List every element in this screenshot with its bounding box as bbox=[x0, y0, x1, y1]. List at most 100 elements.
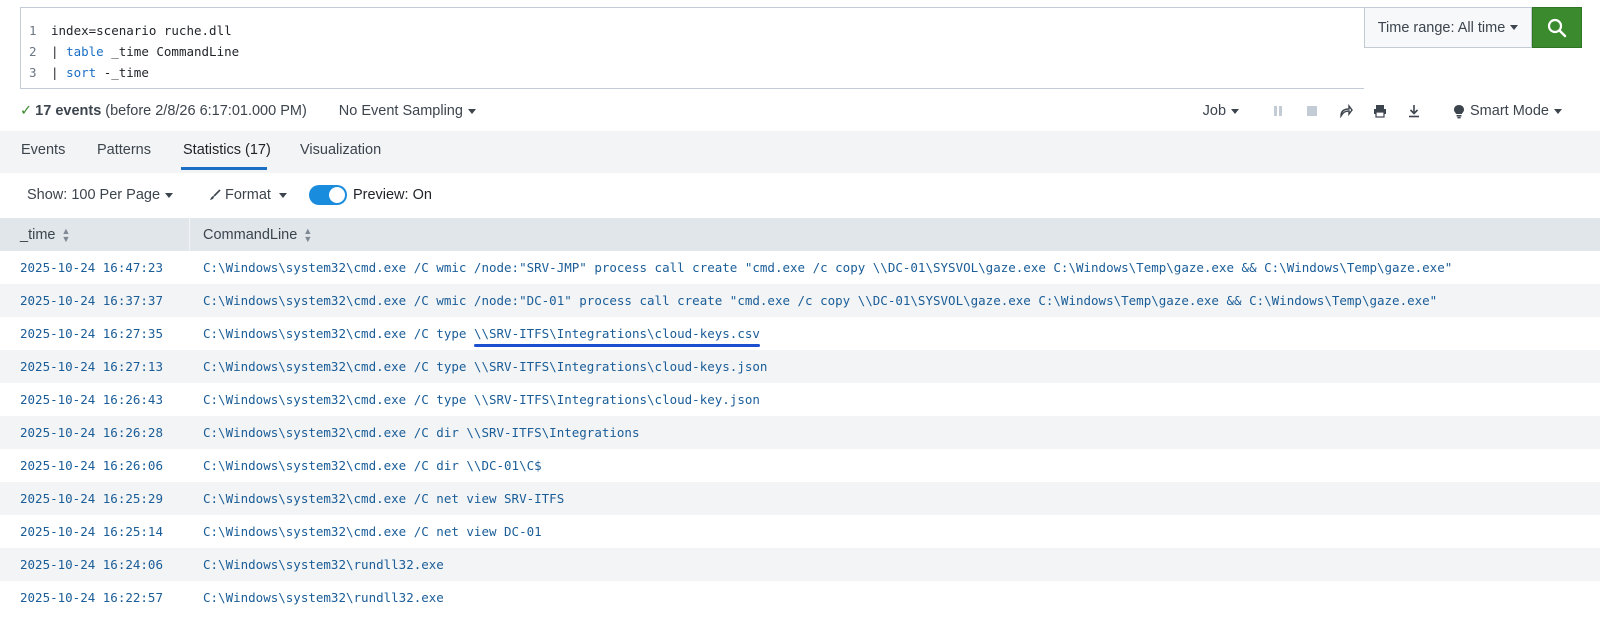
per-page-label: Show: 100 Per Page bbox=[27, 187, 161, 203]
search-bar: 1 index=scenario ruche.dll 2 | table _time … bbox=[20, 7, 1582, 89]
time-cell[interactable]: 2025-10-24 16:27:13 bbox=[0, 359, 190, 374]
time-range-label: Time range: All time bbox=[1377, 19, 1506, 36]
query-keyword: sort bbox=[66, 65, 97, 80]
print-icon bbox=[1374, 105, 1387, 118]
commandline-cell[interactable]: C:\Windows\system32\cmd.exe /C type \\SR… bbox=[190, 326, 760, 347]
commandline-cell[interactable]: C:\Windows\system32\rundll32.exe bbox=[190, 590, 444, 605]
query-line: 2 | table _time CommandLine bbox=[21, 41, 1364, 62]
time-cell[interactable]: 2025-10-24 16:25:29 bbox=[0, 491, 190, 506]
time-cell[interactable]: 2025-10-24 16:25:14 bbox=[0, 524, 190, 539]
stop-icon bbox=[1307, 106, 1318, 116]
underline-annotation bbox=[473, 344, 760, 347]
event-count: 17 events bbox=[35, 103, 102, 119]
query-token: | bbox=[51, 44, 67, 59]
preview-toggle[interactable] bbox=[308, 185, 347, 205]
share-icon bbox=[1340, 104, 1353, 118]
table-row: 2025-10-24 16:47:23 C:\Windows\system32\c… bbox=[0, 251, 1600, 284]
time-cell[interactable]: 2025-10-24 16:22:57 bbox=[0, 590, 190, 605]
commandline-cell[interactable]: C:\Windows\system32\cmd.exe /C net view … bbox=[190, 491, 564, 506]
table-row: 2025-10-24 16:26:28 C:\Windows\system32\c… bbox=[0, 416, 1600, 449]
table-row: 2025-10-24 16:22:57 C:\Windows\system32\r… bbox=[0, 581, 1600, 614]
column-header-label: CommandLine bbox=[203, 226, 298, 243]
line-number: 1 bbox=[29, 23, 37, 38]
query-token: index=scenario ruche.dll bbox=[51, 23, 232, 38]
time-cell[interactable]: 2025-10-24 16:26:06 bbox=[0, 458, 190, 473]
query-text: index=scenario ruche.dll bbox=[51, 20, 232, 41]
job-label: Job bbox=[1202, 103, 1227, 119]
time-cell[interactable]: 2025-10-24 16:26:43 bbox=[0, 392, 190, 407]
paintbrush-icon bbox=[210, 189, 221, 200]
highlighted-path: \\SRV-ITFS\Integrations\cloud-keys.csv bbox=[473, 326, 760, 347]
time-cell[interactable]: 2025-10-24 16:27:35 bbox=[0, 326, 190, 341]
format-button[interactable]: Format bbox=[209, 187, 287, 203]
time-cell[interactable]: 2025-10-24 16:37:37 bbox=[0, 293, 190, 308]
chevron-down-icon bbox=[165, 192, 174, 198]
column-header-label: _time bbox=[20, 226, 56, 243]
chevron-down-icon bbox=[1510, 25, 1519, 30]
check-icon: ✓ bbox=[20, 103, 33, 119]
tab-events[interactable]: Events bbox=[21, 142, 65, 173]
search-mode-dropdown[interactable]: Smart Mode bbox=[1453, 103, 1562, 119]
line-number: 2 bbox=[29, 44, 37, 59]
time-cell[interactable]: 2025-10-24 16:24:06 bbox=[0, 557, 190, 572]
search-icon bbox=[1547, 18, 1567, 37]
download-icon bbox=[1409, 105, 1420, 118]
commandline-cell[interactable]: C:\Windows\system32\cmd.exe /C type \\SR… bbox=[190, 359, 767, 374]
table-row: 2025-10-24 16:25:14 C:\Windows\system32\c… bbox=[0, 515, 1600, 548]
query-keyword: table bbox=[66, 44, 104, 59]
time-cell[interactable]: 2025-10-24 16:47:23 bbox=[0, 260, 190, 275]
preview-label: Preview: On bbox=[352, 187, 432, 203]
sort-icon: ▲ ▼ bbox=[303, 225, 313, 244]
per-page-dropdown[interactable]: Show: 100 Per Page bbox=[27, 187, 174, 203]
query-token: | bbox=[51, 65, 67, 80]
query-text: | table _time CommandLine bbox=[51, 41, 239, 62]
query-text: | sort -_time bbox=[51, 62, 149, 83]
table-row: 2025-10-24 16:27:35 C:\Windows\system32\c… bbox=[0, 317, 1600, 350]
export-button[interactable] bbox=[1397, 98, 1431, 124]
column-header-time[interactable]: _time ▲ ▼ bbox=[0, 218, 190, 251]
commandline-cell[interactable]: C:\Windows\system32\cmd.exe /C wmic /nod… bbox=[190, 260, 1452, 275]
job-menu-button[interactable]: Job bbox=[1202, 103, 1240, 119]
pause-button[interactable] bbox=[1261, 98, 1295, 124]
query-editor[interactable]: 1 index=scenario ruche.dll 2 | table _time … bbox=[20, 7, 1364, 89]
job-controls: Job Smart Mode bbox=[1203, 98, 1582, 124]
search-mode-label: Smart Mode bbox=[1470, 103, 1549, 119]
cell-text: C:\Windows\system32\cmd.exe /C type bbox=[203, 326, 474, 341]
pause-icon bbox=[1274, 106, 1283, 116]
commandline-cell[interactable]: C:\Windows\system32\cmd.exe /C wmic /nod… bbox=[190, 293, 1437, 308]
table-row: 2025-10-24 16:25:29 C:\Windows\system32\c… bbox=[0, 482, 1600, 515]
share-button[interactable] bbox=[1329, 98, 1363, 124]
stop-button[interactable] bbox=[1295, 98, 1329, 124]
search-button[interactable] bbox=[1532, 7, 1582, 48]
table-row: 2025-10-24 16:37:37 C:\Windows\system32\c… bbox=[0, 284, 1600, 317]
event-sampling-dropdown[interactable]: No Event Sampling bbox=[339, 103, 476, 119]
job-status-row: ✓ 17 events (before 2/8/26 6:17:01.000 P… bbox=[20, 98, 1582, 124]
commandline-cell[interactable]: C:\Windows\system32\cmd.exe /C dir \\DC-… bbox=[190, 458, 542, 473]
print-button[interactable] bbox=[1363, 98, 1397, 124]
table-row: 2025-10-24 16:24:06 C:\Windows\system32\r… bbox=[0, 548, 1600, 581]
commandline-cell[interactable]: C:\Windows\system32\cmd.exe /C dir \\SRV… bbox=[190, 425, 640, 440]
query-token: -_time bbox=[96, 65, 149, 80]
query-line: 3 | sort -_time bbox=[21, 62, 1364, 83]
chevron-down-icon bbox=[278, 192, 287, 198]
time-range-picker[interactable]: Time range: All time bbox=[1364, 7, 1532, 48]
lightbulb-icon bbox=[1454, 104, 1465, 118]
commandline-cell[interactable]: C:\Windows\system32\cmd.exe /C net view … bbox=[190, 524, 542, 539]
commandline-cell[interactable]: C:\Windows\system32\cmd.exe /C type \\SR… bbox=[190, 392, 760, 407]
table-body: 2025-10-24 16:47:23 C:\Windows\system32\c… bbox=[0, 251, 1600, 614]
format-label: Format bbox=[225, 187, 271, 203]
commandline-cell[interactable]: C:\Windows\system32\rundll32.exe bbox=[190, 557, 444, 572]
statistics-table: _time ▲ ▼ CommandLine ▲ ▼ 2025-10-24 16:47… bbox=[0, 218, 1600, 614]
column-header-commandline[interactable]: CommandLine ▲ ▼ bbox=[190, 218, 312, 251]
active-tab-indicator bbox=[181, 167, 267, 170]
tab-visualization[interactable]: Visualization bbox=[300, 142, 381, 173]
query-line: 1 index=scenario ruche.dll bbox=[21, 20, 1364, 41]
time-cell[interactable]: 2025-10-24 16:26:28 bbox=[0, 425, 190, 440]
query-token: _time CommandLine bbox=[103, 44, 240, 59]
table-row: 2025-10-24 16:26:06 C:\Windows\system32\c… bbox=[0, 449, 1600, 482]
table-header: _time ▲ ▼ CommandLine ▲ ▼ bbox=[0, 218, 1600, 251]
tab-patterns[interactable]: Patterns bbox=[97, 142, 151, 173]
line-number: 3 bbox=[29, 65, 37, 80]
sort-icon: ▲ ▼ bbox=[61, 225, 71, 244]
chevron-down-icon bbox=[1231, 108, 1240, 114]
